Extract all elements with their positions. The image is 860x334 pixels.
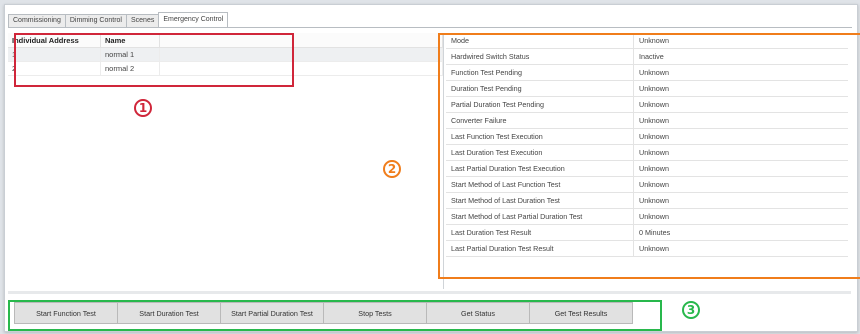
status-value: 0 Minutes	[633, 224, 848, 241]
callout-marker-3: 3	[682, 301, 700, 319]
status-key: Last Partial Duration Test Result	[446, 240, 634, 257]
status-key: Function Test Pending	[446, 64, 634, 81]
start-partial-duration-test-button[interactable]: Start Partial Duration Test	[220, 302, 324, 324]
status-key: Partial Duration Test Pending	[446, 96, 634, 113]
status-value: Unknown	[633, 80, 848, 97]
row-filler	[159, 61, 443, 76]
status-key: Start Method of Last Partial Duration Te…	[446, 208, 634, 225]
status-value: Unknown	[633, 160, 848, 177]
table-row[interactable]: Partial Duration Test Pending Unknown	[446, 96, 848, 113]
tab-scenes[interactable]: Scenes	[125, 14, 160, 27]
device-table: Individual Address Name 1 normal 1 2 nor…	[8, 33, 443, 76]
table-row[interactable]: Last Partial Duration Test Result Unknown	[446, 240, 848, 257]
status-key: Mode	[446, 33, 634, 49]
status-value: Unknown	[633, 240, 848, 257]
status-value: Unknown	[633, 112, 848, 129]
table-row[interactable]: Last Function Test Execution Unknown	[446, 128, 848, 145]
status-value: Unknown	[633, 33, 848, 49]
tab-divider	[8, 27, 852, 28]
table-row[interactable]: Duration Test Pending Unknown	[446, 80, 848, 97]
start-duration-test-button[interactable]: Start Duration Test	[117, 302, 221, 324]
device-list-pane: Individual Address Name 1 normal 1 2 nor…	[8, 33, 444, 289]
status-key: Last Duration Test Execution	[446, 144, 634, 161]
get-test-results-button[interactable]: Get Test Results	[529, 302, 633, 324]
callout-marker-2: 2	[383, 160, 401, 178]
column-header-name[interactable]: Name	[100, 33, 160, 48]
column-header-filler	[159, 33, 443, 48]
callout-marker-1: 1	[134, 99, 152, 117]
tab-bar: Commissioning Dimming Control Scenes Eme…	[8, 12, 229, 27]
table-row[interactable]: Function Test Pending Unknown	[446, 64, 848, 81]
tab-commissioning[interactable]: Commissioning	[8, 14, 66, 27]
test-button-bar: Start Function Test Start Duration Test …	[14, 302, 633, 324]
table-row[interactable]: Start Method of Last Duration Test Unknow…	[446, 192, 848, 209]
status-value: Unknown	[633, 208, 848, 225]
status-value: Unknown	[633, 176, 848, 193]
status-key: Duration Test Pending	[446, 80, 634, 97]
table-row[interactable]: Last Partial Duration Test Execution Unkn…	[446, 160, 848, 177]
table-row[interactable]: Mode Unknown	[446, 33, 848, 49]
status-table: Mode Unknown Hardwired Switch Status Inacti…	[446, 33, 848, 257]
status-value: Unknown	[633, 64, 848, 81]
status-key: Last Duration Test Result	[446, 224, 634, 241]
status-value: Unknown	[633, 128, 848, 145]
status-key: Last Function Test Execution	[446, 128, 634, 145]
horizontal-scrollbar[interactable]	[8, 291, 851, 294]
stop-tests-button[interactable]: Stop Tests	[323, 302, 427, 324]
device-address: 1	[8, 47, 101, 62]
status-value: Inactive	[633, 48, 848, 65]
column-header-individual-address[interactable]: Individual Address	[8, 33, 101, 48]
status-key: Start Method of Last Function Test	[446, 176, 634, 193]
start-function-test-button[interactable]: Start Function Test	[14, 302, 118, 324]
table-row[interactable]: Last Duration Test Execution Unknown	[446, 144, 848, 161]
get-status-button[interactable]: Get Status	[426, 302, 530, 324]
status-value: Unknown	[633, 96, 848, 113]
status-value: Unknown	[633, 144, 848, 161]
table-row[interactable]: 2 normal 2	[8, 61, 443, 76]
device-table-header: Individual Address Name	[8, 33, 443, 48]
status-pane: Mode Unknown Hardwired Switch Status Inacti…	[446, 33, 848, 291]
status-value: Unknown	[633, 192, 848, 209]
device-name: normal 2	[100, 61, 160, 76]
status-key: Last Partial Duration Test Execution	[446, 160, 634, 177]
device-name: normal 1	[100, 47, 160, 62]
table-row[interactable]: Hardwired Switch Status Inactive	[446, 48, 848, 65]
tab-emergency-control[interactable]: Emergency Control	[158, 12, 229, 27]
status-key: Hardwired Switch Status	[446, 48, 634, 65]
table-row[interactable]: Start Method of Last Function Test Unknow…	[446, 176, 848, 193]
table-row[interactable]: Start Method of Last Partial Duration Te…	[446, 208, 848, 225]
table-row[interactable]: Last Duration Test Result 0 Minutes	[446, 224, 848, 241]
device-address: 2	[8, 61, 101, 76]
tab-dimming-control[interactable]: Dimming Control	[64, 14, 127, 27]
table-row[interactable]: 1 normal 1	[8, 47, 443, 62]
status-key: Start Method of Last Duration Test	[446, 192, 634, 209]
status-key: Converter Failure	[446, 112, 634, 129]
row-filler	[159, 47, 443, 62]
table-row[interactable]: Converter Failure Unknown	[446, 112, 848, 129]
